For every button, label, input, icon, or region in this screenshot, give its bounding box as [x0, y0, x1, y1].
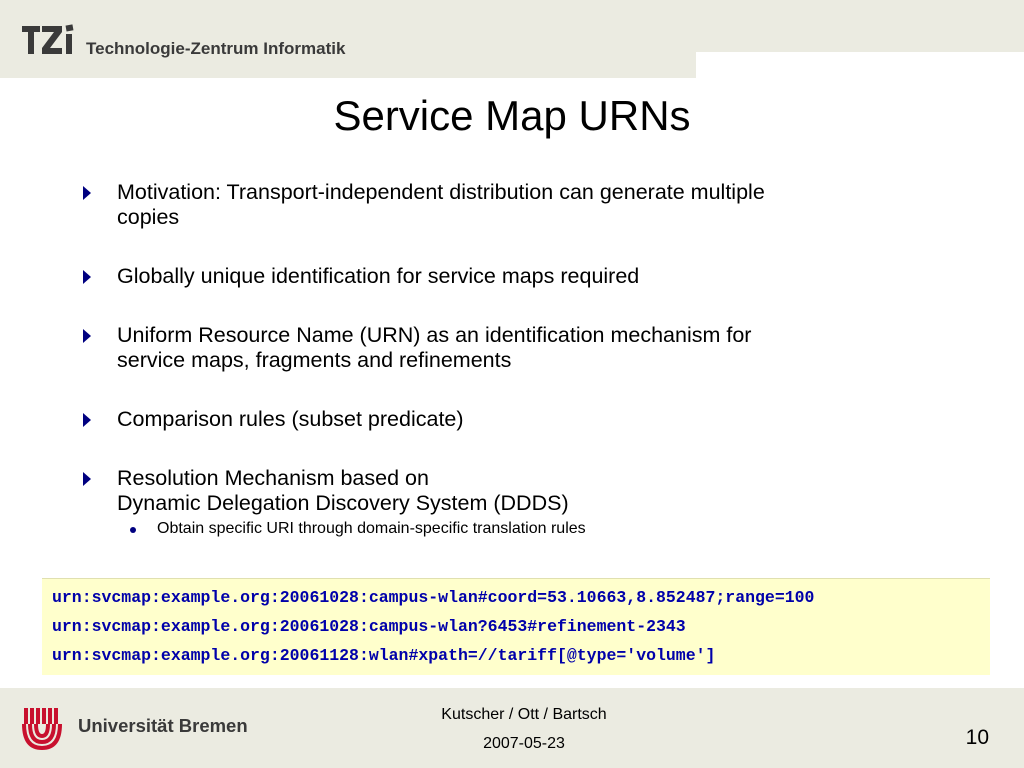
sub-bullet-item: Obtain specific URI through domain-speci…: [80, 519, 940, 539]
header-strip: [696, 0, 1024, 52]
slide-title: Service Map URNs: [333, 92, 691, 139]
bullet-line: Uniform Resource Name (URN) as an identi…: [117, 323, 752, 347]
triangle-bullet-icon: [83, 413, 91, 427]
bullet-item: Resolution Mechanism based on Dynamic De…: [80, 466, 940, 516]
page-number: 10: [965, 726, 989, 749]
bullet-line: Resolution Mechanism based on: [117, 466, 429, 490]
bullet-line: Dynamic Delegation Discovery System (DDD…: [117, 491, 569, 515]
tzi-logo-mark-icon: [22, 24, 74, 54]
urn-example: urn:svcmap:example.org:20061028:campus-w…: [52, 588, 815, 607]
institute-name: Technologie-Zentrum Informatik: [86, 39, 346, 58]
slide: Technologie-Zentrum Informatik Service M…: [0, 0, 1024, 768]
footer-authors: Kutscher / Ott / Bartsch: [441, 706, 607, 723]
bullet-item: Uniform Resource Name (URN) as an identi…: [80, 323, 940, 373]
urn-example-box: urn:svcmap:example.org:20061028:campus-w…: [42, 578, 990, 675]
urn-example: urn:svcmap:example.org:20061128:wlan#xpa…: [52, 646, 716, 665]
bullet-line: copies: [117, 205, 180, 229]
bullet-item: Motivation: Transport-independent distri…: [80, 180, 940, 230]
triangle-bullet-icon: [83, 270, 91, 284]
footer-date: 2007-05-23: [483, 735, 565, 752]
bullet-item: Globally unique identification for servi…: [80, 264, 940, 289]
bullet-list: Motivation: Transport-independent distri…: [80, 180, 940, 539]
bullet-line: Comparison rules (subset predicate): [117, 407, 464, 431]
sub-bullet-text: Obtain specific URI through domain-speci…: [157, 520, 586, 537]
bullet-line: Globally unique identification for servi…: [117, 264, 640, 288]
urn-example: urn:svcmap:example.org:20061028:campus-w…: [52, 617, 686, 636]
bullet-line: service maps, fragments and refinements: [117, 348, 512, 372]
dot-bullet-icon: [130, 527, 136, 533]
triangle-bullet-icon: [83, 186, 91, 200]
triangle-bullet-icon: [83, 329, 91, 343]
tzi-logo: [22, 22, 78, 62]
bullet-item: Comparison rules (subset predicate): [80, 407, 940, 432]
bullet-line: Motivation: Transport-independent distri…: [117, 180, 765, 204]
triangle-bullet-icon: [83, 472, 91, 486]
